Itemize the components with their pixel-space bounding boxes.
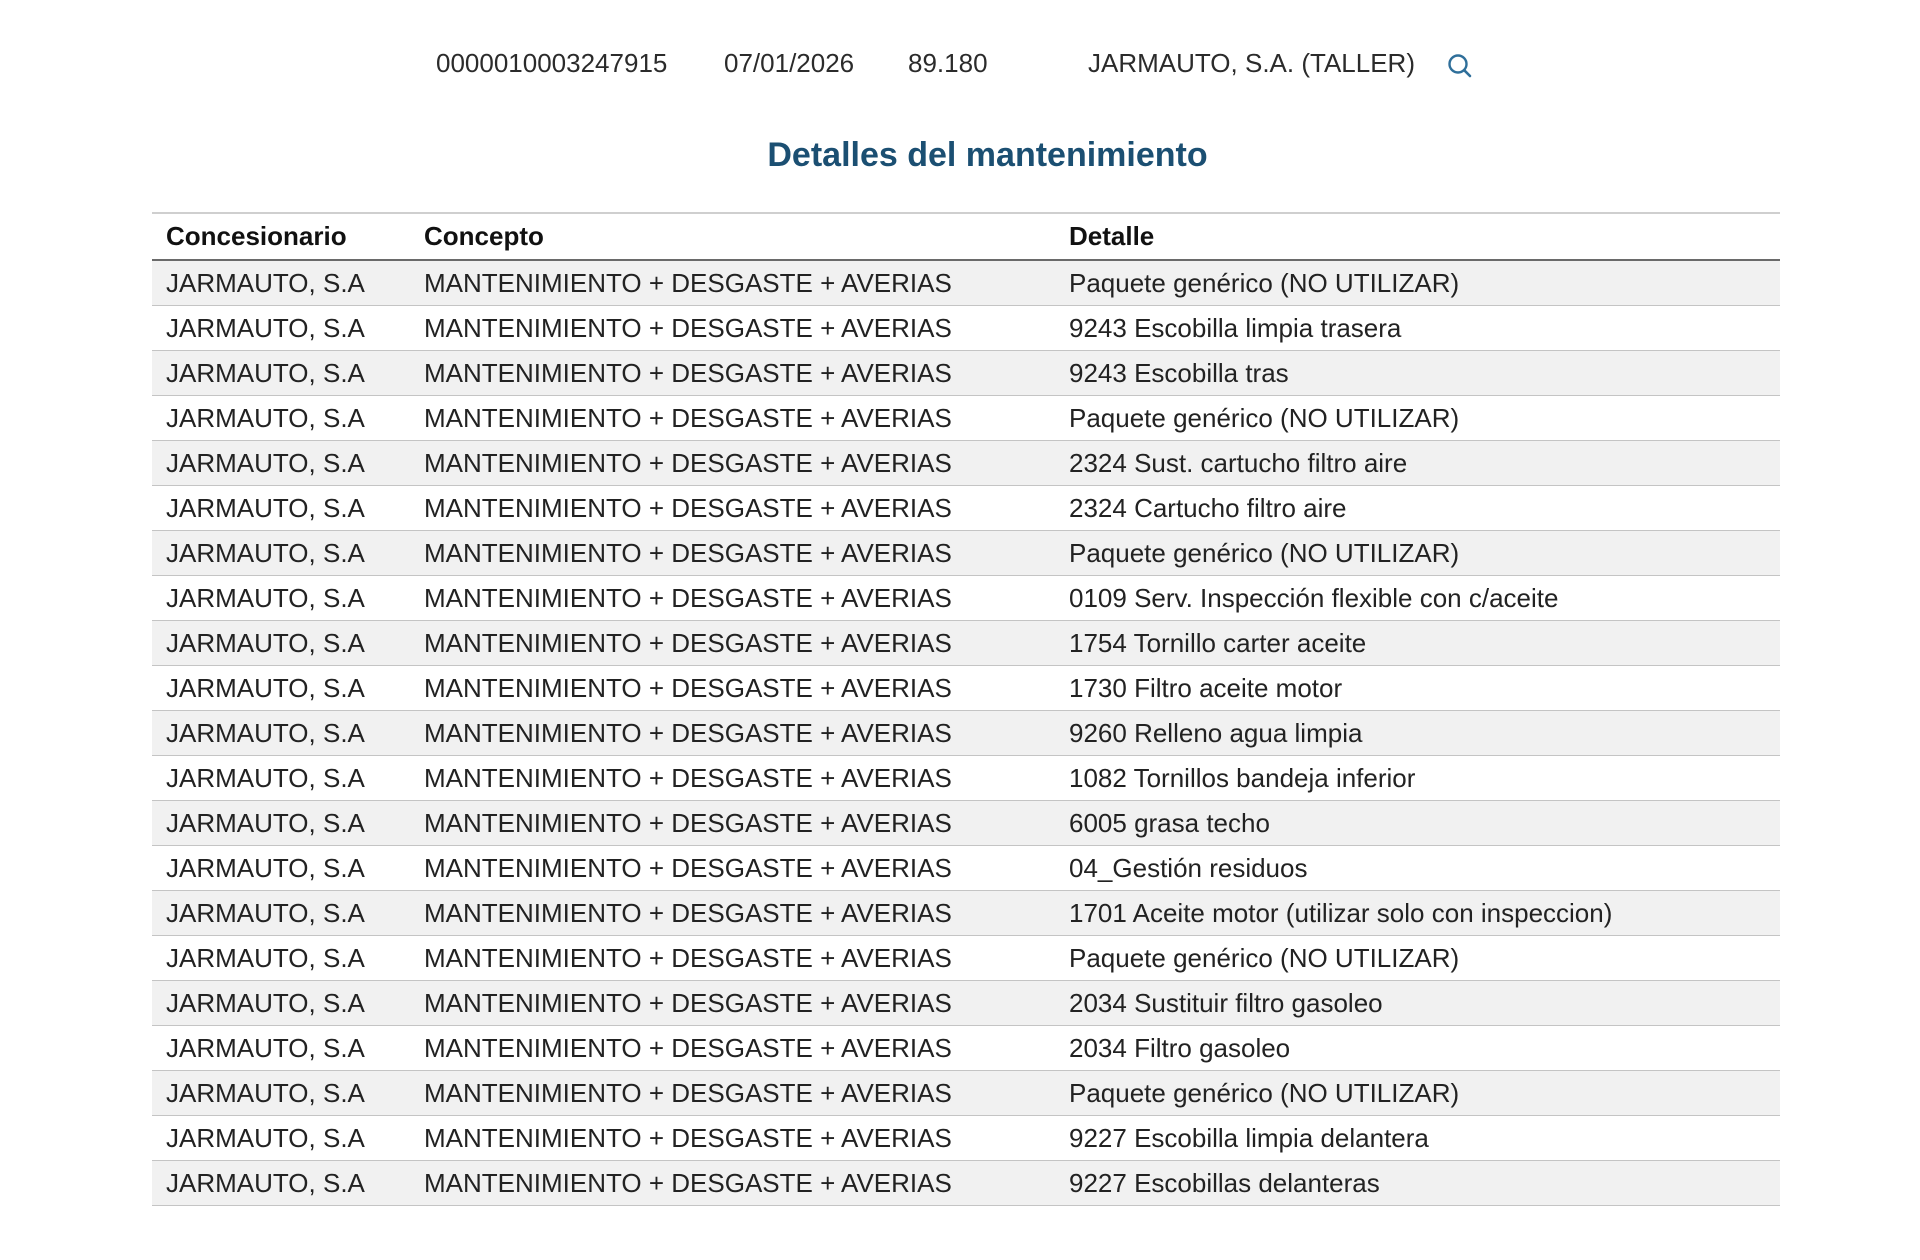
dealer-cell: JARMAUTO, S.A <box>152 305 410 351</box>
concept-cell: MANTENIMIENTO + DESGASTE + AVERIAS <box>410 1115 1055 1161</box>
dealer-cell: JARMAUTO, S.A <box>152 1070 410 1116</box>
detail-cell: 1730 Filtro aceite motor <box>1055 665 1780 711</box>
dealer-cell: JARMAUTO, S.A <box>152 980 410 1026</box>
table-row: JARMAUTO, S.A MANTENIMIENTO + DESGASTE + … <box>152 260 1780 306</box>
detail-cell: 2034 Filtro gasoleo <box>1055 1025 1780 1071</box>
detail-cell: 2324 Cartucho filtro aire <box>1055 485 1780 531</box>
search-icon-graphic <box>1448 54 1472 78</box>
table-row: JARMAUTO, S.A MANTENIMIENTO + DESGASTE + … <box>152 980 1780 1026</box>
concept-cell: MANTENIMIENTO + DESGASTE + AVERIAS <box>410 440 1055 486</box>
table-row: JARMAUTO, S.A MANTENIMIENTO + DESGASTE + … <box>152 1025 1780 1071</box>
detail-cell: 6005 grasa techo <box>1055 800 1780 846</box>
detail-cell: 9227 Escobilla limpia delantera <box>1055 1115 1780 1161</box>
concept-cell: MANTENIMIENTO + DESGASTE + AVERIAS <box>410 395 1055 441</box>
detail-cell: Paquete genérico (NO UTILIZAR) <box>1055 260 1780 306</box>
dealer-cell: JARMAUTO, S.A <box>152 800 410 846</box>
dealer-cell: JARMAUTO, S.A <box>152 1115 410 1161</box>
page: 0000010003247915 07/01/2026 89.180 JARMA… <box>0 0 1920 1260</box>
detail-cell: 9227 Escobillas delanteras <box>1055 1160 1780 1206</box>
concept-cell: MANTENIMIENTO + DESGASTE + AVERIAS <box>410 350 1055 396</box>
table-row: JARMAUTO, S.A MANTENIMIENTO + DESGASTE + … <box>152 530 1780 576</box>
table-row: JARMAUTO, S.A MANTENIMIENTO + DESGASTE + … <box>152 1115 1780 1161</box>
concept-cell: MANTENIMIENTO + DESGASTE + AVERIAS <box>410 845 1055 891</box>
concept-cell: MANTENIMIENTO + DESGASTE + AVERIAS <box>410 1025 1055 1071</box>
concept-cell: MANTENIMIENTO + DESGASTE + AVERIAS <box>410 710 1055 756</box>
concept-cell: MANTENIMIENTO + DESGASTE + AVERIAS <box>410 305 1055 351</box>
concept-cell: MANTENIMIENTO + DESGASTE + AVERIAS <box>410 530 1055 576</box>
concept-cell: MANTENIMIENTO + DESGASTE + AVERIAS <box>410 260 1055 306</box>
concept-cell: MANTENIMIENTO + DESGASTE + AVERIAS <box>410 935 1055 981</box>
concept-cell: MANTENIMIENTO + DESGASTE + AVERIAS <box>410 1070 1055 1116</box>
summary-date: 07/01/2026 <box>724 48 855 78</box>
detail-cell: 2324 Sust. cartucho filtro aire <box>1055 440 1780 486</box>
detail-cell: Paquete genérico (NO UTILIZAR) <box>1055 530 1780 576</box>
table-row: JARMAUTO, S.A MANTENIMIENTO + DESGASTE + … <box>152 620 1780 666</box>
dealer-cell: JARMAUTO, S.A <box>152 845 410 891</box>
dealer-cell: JARMAUTO, S.A <box>152 665 410 711</box>
column-header-concesionario: Concesionario <box>152 212 410 261</box>
table-row: JARMAUTO, S.A MANTENIMIENTO + DESGASTE + … <box>152 395 1780 441</box>
table-row: JARMAUTO, S.A MANTENIMIENTO + DESGASTE + … <box>152 485 1780 531</box>
table-row: JARMAUTO, S.A MANTENIMIENTO + DESGASTE + … <box>152 1070 1780 1116</box>
table-row: JARMAUTO, S.A MANTENIMIENTO + DESGASTE + … <box>152 440 1780 486</box>
concept-cell: MANTENIMIENTO + DESGASTE + AVERIAS <box>410 485 1055 531</box>
concept-cell: MANTENIMIENTO + DESGASTE + AVERIAS <box>410 575 1055 621</box>
dealer-cell: JARMAUTO, S.A <box>152 485 410 531</box>
detail-cell: 1701 Aceite motor (utilizar solo con ins… <box>1055 890 1780 936</box>
summary-order-number: 0000010003247915 <box>436 48 668 78</box>
detail-cell: Paquete genérico (NO UTILIZAR) <box>1055 1070 1780 1116</box>
search-icon[interactable] <box>1440 46 1480 86</box>
dealer-cell: JARMAUTO, S.A <box>152 350 410 396</box>
summary-mileage: 89.180 <box>908 48 988 78</box>
dealer-cell: JARMAUTO, S.A <box>152 890 410 936</box>
detail-cell: 9260 Relleno agua limpia <box>1055 710 1780 756</box>
table-header-row: Concesionario Concepto Detalle <box>152 212 1780 261</box>
detail-cell: 2034 Sustituir filtro gasoleo <box>1055 980 1780 1026</box>
dealer-cell: JARMAUTO, S.A <box>152 935 410 981</box>
concept-cell: MANTENIMIENTO + DESGASTE + AVERIAS <box>410 620 1055 666</box>
concept-cell: MANTENIMIENTO + DESGASTE + AVERIAS <box>410 665 1055 711</box>
table-row: JARMAUTO, S.A MANTENIMIENTO + DESGASTE + … <box>152 350 1780 396</box>
detail-cell: 0109 Serv. Inspección flexible con c/ace… <box>1055 575 1780 621</box>
detail-cell: 9243 Escobilla tras <box>1055 350 1780 396</box>
table-row: JARMAUTO, S.A MANTENIMIENTO + DESGASTE + … <box>152 1160 1780 1206</box>
dealer-cell: JARMAUTO, S.A <box>152 575 410 621</box>
table-row: JARMAUTO, S.A MANTENIMIENTO + DESGASTE + … <box>152 710 1780 756</box>
table-row: JARMAUTO, S.A MANTENIMIENTO + DESGASTE + … <box>152 935 1780 981</box>
dealer-cell: JARMAUTO, S.A <box>152 620 410 666</box>
dealer-cell: JARMAUTO, S.A <box>152 395 410 441</box>
table-row: JARMAUTO, S.A MANTENIMIENTO + DESGASTE + … <box>152 665 1780 711</box>
detail-cell: 04_Gestión residuos <box>1055 845 1780 891</box>
summary-dealer: JARMAUTO, S.A. (TALLER) <box>1088 48 1415 78</box>
concept-cell: MANTENIMIENTO + DESGASTE + AVERIAS <box>410 890 1055 936</box>
concept-cell: MANTENIMIENTO + DESGASTE + AVERIAS <box>410 755 1055 801</box>
dealer-cell: JARMAUTO, S.A <box>152 1160 410 1206</box>
table-row: JARMAUTO, S.A MANTENIMIENTO + DESGASTE + … <box>152 575 1780 621</box>
dealer-cell: JARMAUTO, S.A <box>152 440 410 486</box>
table-row: JARMAUTO, S.A MANTENIMIENTO + DESGASTE + … <box>152 800 1780 846</box>
table-row: JARMAUTO, S.A MANTENIMIENTO + DESGASTE + … <box>152 890 1780 936</box>
column-header-detalle: Detalle <box>1055 212 1780 261</box>
detail-cell: 9243 Escobilla limpia trasera <box>1055 305 1780 351</box>
dealer-cell: JARMAUTO, S.A <box>152 1025 410 1071</box>
maintenance-summary-row[interactable]: 0000010003247915 07/01/2026 89.180 JARMA… <box>0 44 1920 84</box>
table-row: JARMAUTO, S.A MANTENIMIENTO + DESGASTE + … <box>152 305 1780 351</box>
dealer-cell: JARMAUTO, S.A <box>152 755 410 801</box>
detail-cell: 1754 Tornillo carter aceite <box>1055 620 1780 666</box>
detail-cell: Paquete genérico (NO UTILIZAR) <box>1055 395 1780 441</box>
dealer-cell: JARMAUTO, S.A <box>152 710 410 756</box>
detail-cell: Paquete genérico (NO UTILIZAR) <box>1055 935 1780 981</box>
table-row: JARMAUTO, S.A MANTENIMIENTO + DESGASTE + … <box>152 845 1780 891</box>
dealer-cell: JARMAUTO, S.A <box>152 530 410 576</box>
concept-cell: MANTENIMIENTO + DESGASTE + AVERIAS <box>410 980 1055 1026</box>
dealer-cell: JARMAUTO, S.A <box>152 260 410 306</box>
page-title: Detalles del mantenimiento <box>767 136 1208 174</box>
detail-cell: 1082 Tornillos bandeja inferior <box>1055 755 1780 801</box>
concept-cell: MANTENIMIENTO + DESGASTE + AVERIAS <box>410 1160 1055 1206</box>
concept-cell: MANTENIMIENTO + DESGASTE + AVERIAS <box>410 800 1055 846</box>
maintenance-details-table: Concesionario Concepto Detalle JARMAUTO,… <box>152 212 1780 1206</box>
column-header-concepto: Concepto <box>410 212 1055 261</box>
table-row: JARMAUTO, S.A MANTENIMIENTO + DESGASTE + … <box>152 755 1780 801</box>
